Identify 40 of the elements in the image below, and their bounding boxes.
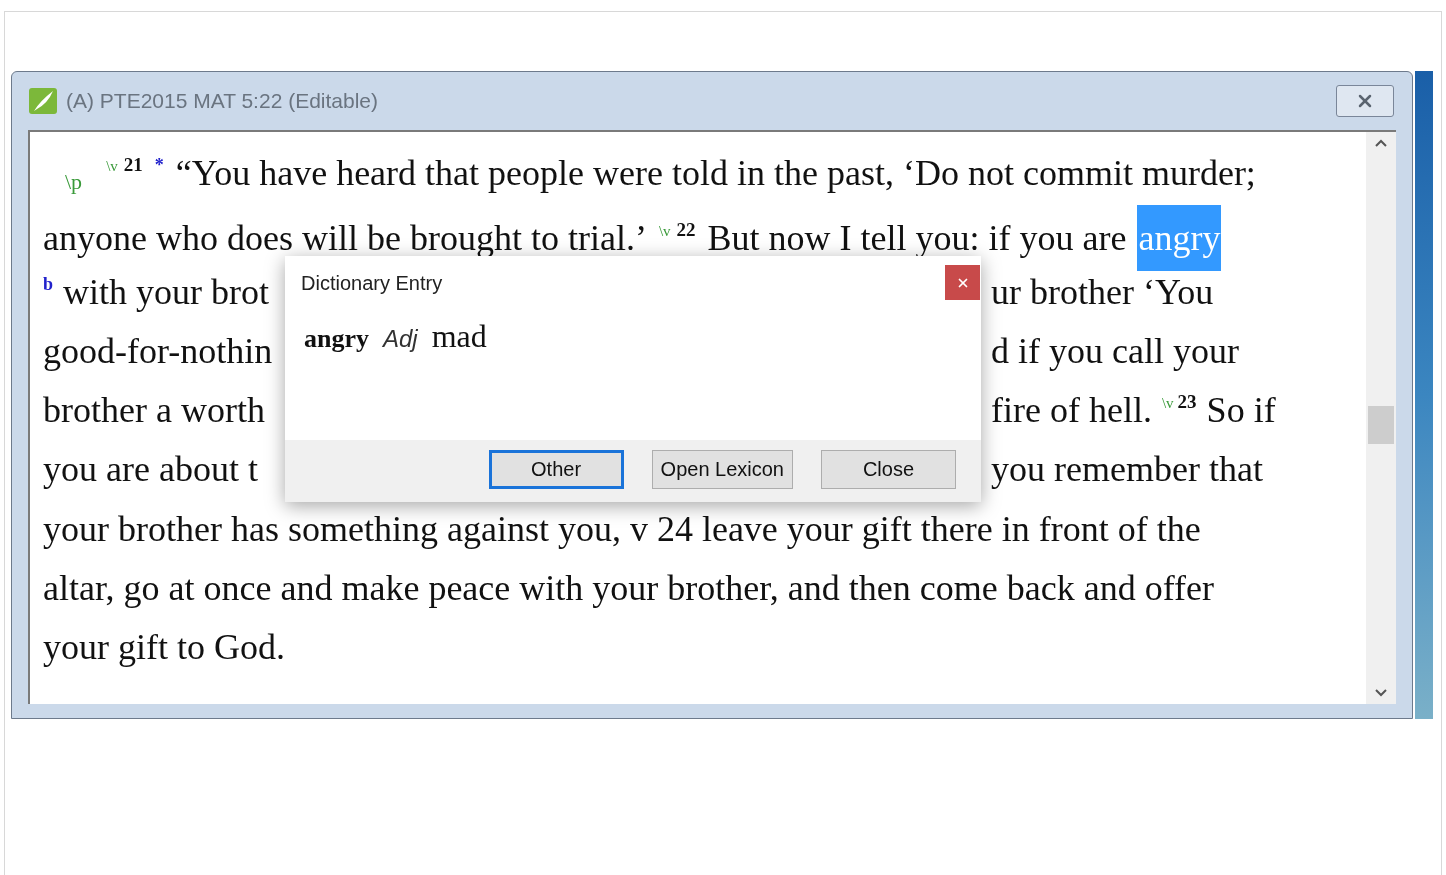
scripture-text: anyone who does will be brought to trial.’ <box>43 217 647 261</box>
footnote-caller: b <box>43 272 53 296</box>
scripture-text: your gift to God. <box>43 626 285 670</box>
scripture-text: So if <box>1206 389 1276 433</box>
window-title: (A) PTE2015 MAT 5:22 (Editable) <box>66 88 379 115</box>
scrollbar-thumb[interactable] <box>1368 406 1394 444</box>
entry-word: angry <box>304 323 369 355</box>
scripture-text: good-for-nothin <box>43 329 273 373</box>
scripture-text: your brother has something against you, v 24 leave your gift there in front of the <box>43 507 1201 551</box>
scripture-text: fire of hell. <box>991 389 1152 433</box>
part-of-speech: Adj <box>383 324 418 354</box>
scripture-text: you remember that <box>991 448 1263 492</box>
scripture-text: you are about t <box>43 448 258 492</box>
scripture-text: d if you call your <box>991 329 1239 373</box>
verse-number: 21 <box>123 153 143 177</box>
quill-icon <box>28 87 58 115</box>
dialog-button[interactable]: Open Lexicon <box>651 449 793 489</box>
verse-marker: \v <box>1161 394 1174 414</box>
scrollbar[interactable] <box>1366 132 1396 704</box>
selected-word: angry <box>1137 205 1222 272</box>
dialog-button[interactable]: Close <box>821 449 956 489</box>
scripture-text: altar, go at once and make peace with your brother, and then come back and offer <box>43 567 1214 611</box>
verse-marker: \v <box>106 157 118 176</box>
scripture-text: ur brother ‘You <box>991 270 1214 314</box>
close-button[interactable] <box>1336 85 1394 117</box>
scroll-down-icon[interactable] <box>1374 688 1388 698</box>
footnote-caller: * <box>154 154 164 177</box>
scripture-text: with your brot <box>63 270 269 314</box>
dialog-title: Dictionary Entry <box>301 271 443 296</box>
scripture-text: brother a worth <box>43 389 265 433</box>
verse-number: 22 <box>676 218 696 243</box>
scroll-up-icon[interactable] <box>1374 138 1388 148</box>
gloss: mad <box>431 317 487 356</box>
dialog-button[interactable]: Other <box>488 449 624 489</box>
dialog-close-button[interactable] <box>945 265 980 300</box>
scripture-text: “You have heard that people were told in the past, ‘Do not commit murder; <box>175 152 1256 195</box>
verse-number: 23 <box>1177 390 1197 415</box>
verse-marker: \v <box>658 222 671 242</box>
scripture-text: But now I tell you: if you are <box>707 217 1127 261</box>
paragraph-marker: \p <box>65 168 83 196</box>
